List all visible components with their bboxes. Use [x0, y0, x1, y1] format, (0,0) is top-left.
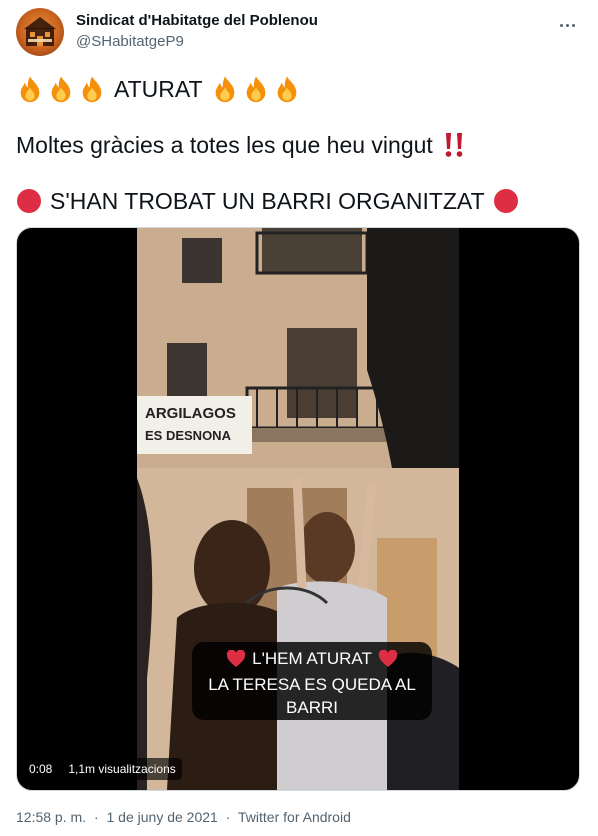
avatar[interactable] [16, 8, 64, 56]
svg-text:ES DESNONA: ES DESNONA [145, 428, 232, 443]
tweet-date[interactable]: 1 de juny de 2021 [107, 809, 218, 825]
more-options-icon[interactable] [552, 10, 582, 40]
video-caption: L'HEM ATURAT LA TERESA ES QUEDA AL BARRI [192, 642, 432, 720]
fire-emoji [20, 76, 40, 103]
red-circle-emoji [493, 189, 518, 213]
double-exclamation-emoji [445, 133, 463, 157]
meta-separator: · [225, 809, 231, 825]
tweet-line-aturat: ATURAT [16, 74, 301, 104]
fire-emoji [51, 76, 71, 103]
red-heart-emoji [226, 650, 246, 667]
caption-line-3: BARRI [286, 698, 338, 717]
banner-text: ARGILAGOS [145, 405, 236, 422]
caption-line-2: LA TERESA ES QUEDA AL [208, 675, 416, 694]
meta-separator: · [93, 809, 99, 825]
red-heart-emoji [378, 650, 398, 667]
caption-line-1: L'HEM ATURAT [192, 649, 432, 669]
video-info-bar: 0:08 1,1m visualitzacions [23, 757, 182, 781]
fire-emoji [246, 76, 265, 103]
tweet-text-aturat: ATURAT [114, 75, 203, 102]
red-circle-emoji [17, 189, 41, 213]
account-name[interactable]: Sindicat d'Habitatge del Poblenou [76, 12, 318, 29]
fire-emoji [82, 76, 102, 103]
tweet-header: Sindicat d'Habitatge del Poblenou @SHabi… [16, 8, 582, 58]
tweet-line-thanks: Moltes gràcies a totes les que heu vingu… [16, 130, 467, 160]
tweet-line-barri: S'HAN TROBAT UN BARRI ORGANITZAT [16, 186, 519, 216]
tweet-source[interactable]: Twitter for Android [238, 809, 351, 825]
union-logo-icon [24, 17, 56, 46]
tweet-meta: 12:58 p. m. · 1 de juny de 2021 · Twitte… [16, 809, 355, 825]
account-handle[interactable]: @SHabitatgeP9 [76, 33, 184, 50]
caption-text-1: L'HEM ATURAT [252, 649, 372, 668]
fire-emoji [277, 76, 296, 103]
tweet-text-barri: S'HAN TROBAT UN BARRI ORGANITZAT [50, 187, 485, 214]
video-time: 0:08 [23, 758, 59, 780]
tweet-time[interactable]: 12:58 p. m. [16, 809, 86, 825]
tweet-text-thanks: Moltes gràcies a totes les que heu vingu… [16, 131, 433, 158]
video-views: 1,1m visualitzacions [62, 758, 182, 780]
video-player[interactable]: ARGILAGOS ES DESNONA L'HEM ATURAT LA TER… [16, 227, 580, 791]
fire-emoji [215, 76, 234, 103]
